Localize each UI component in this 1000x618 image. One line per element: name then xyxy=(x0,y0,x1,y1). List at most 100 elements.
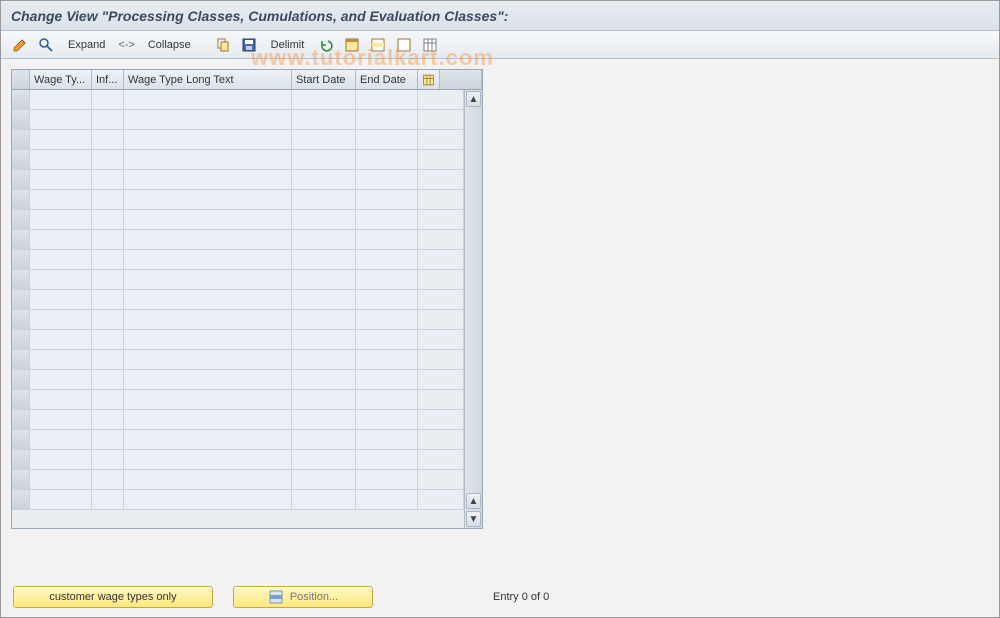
customer-wage-types-button[interactable]: customer wage types only xyxy=(13,586,213,608)
cell-inf[interactable] xyxy=(92,270,124,289)
cell-end-date[interactable] xyxy=(356,210,418,229)
collapse-button[interactable]: Collapse xyxy=(141,35,198,55)
cell-long-text[interactable] xyxy=(124,450,292,469)
cell-wage-type[interactable] xyxy=(30,470,92,489)
table-row[interactable] xyxy=(12,370,464,390)
cell-start-date[interactable] xyxy=(292,210,356,229)
delimit-button[interactable]: Delimit xyxy=(264,35,312,55)
row-selector[interactable] xyxy=(12,310,30,329)
cell-wage-type[interactable] xyxy=(30,250,92,269)
table-row[interactable] xyxy=(12,390,464,410)
cell-end-date[interactable] xyxy=(356,90,418,109)
cell-end-date[interactable] xyxy=(356,130,418,149)
cell-start-date[interactable] xyxy=(292,270,356,289)
cell-end-date[interactable] xyxy=(356,250,418,269)
cell-wage-type[interactable] xyxy=(30,490,92,509)
cell-inf[interactable] xyxy=(92,350,124,369)
cell-long-text[interactable] xyxy=(124,110,292,129)
cell-end-date[interactable] xyxy=(356,310,418,329)
cell-inf[interactable] xyxy=(92,130,124,149)
cell-end-date[interactable] xyxy=(356,150,418,169)
cell-long-text[interactable] xyxy=(124,90,292,109)
expand-button[interactable]: Expand xyxy=(61,35,112,55)
table-row[interactable] xyxy=(12,210,464,230)
cell-start-date[interactable] xyxy=(292,350,356,369)
cell-wage-type[interactable] xyxy=(30,430,92,449)
row-selector[interactable] xyxy=(12,350,30,369)
row-selector[interactable] xyxy=(12,150,30,169)
column-header-end-date[interactable]: End Date xyxy=(356,70,418,89)
cell-inf[interactable] xyxy=(92,150,124,169)
row-selector[interactable] xyxy=(12,490,30,509)
row-selector[interactable] xyxy=(12,90,30,109)
row-selector[interactable] xyxy=(12,190,30,209)
cell-wage-type[interactable] xyxy=(30,270,92,289)
cell-end-date[interactable] xyxy=(356,170,418,189)
table-row[interactable] xyxy=(12,490,464,510)
search-button[interactable] xyxy=(35,35,57,55)
table-row[interactable] xyxy=(12,290,464,310)
cell-wage-type[interactable] xyxy=(30,310,92,329)
table-row[interactable] xyxy=(12,250,464,270)
column-header-wage-type[interactable]: Wage Ty... xyxy=(30,70,92,89)
cell-long-text[interactable] xyxy=(124,270,292,289)
cell-start-date[interactable] xyxy=(292,430,356,449)
cell-wage-type[interactable] xyxy=(30,370,92,389)
cell-start-date[interactable] xyxy=(292,370,356,389)
deselect-all-button[interactable] xyxy=(393,35,415,55)
copy-button[interactable] xyxy=(212,35,234,55)
cell-end-date[interactable] xyxy=(356,350,418,369)
table-row[interactable] xyxy=(12,150,464,170)
table-row[interactable] xyxy=(12,430,464,450)
cell-inf[interactable] xyxy=(92,470,124,489)
cell-end-date[interactable] xyxy=(356,190,418,209)
cell-wage-type[interactable] xyxy=(30,410,92,429)
cell-inf[interactable] xyxy=(92,430,124,449)
cell-long-text[interactable] xyxy=(124,330,292,349)
table-row[interactable] xyxy=(12,230,464,250)
cell-long-text[interactable] xyxy=(124,430,292,449)
cell-start-date[interactable] xyxy=(292,90,356,109)
cell-wage-type[interactable] xyxy=(30,230,92,249)
table-settings-button[interactable] xyxy=(419,35,441,55)
cell-end-date[interactable] xyxy=(356,270,418,289)
cell-inf[interactable] xyxy=(92,230,124,249)
cell-inf[interactable] xyxy=(92,490,124,509)
select-block-button[interactable] xyxy=(367,35,389,55)
cell-end-date[interactable] xyxy=(356,410,418,429)
cell-long-text[interactable] xyxy=(124,170,292,189)
row-selector[interactable] xyxy=(12,210,30,229)
cell-wage-type[interactable] xyxy=(30,150,92,169)
configure-columns-button[interactable] xyxy=(418,70,440,89)
row-selector[interactable] xyxy=(12,410,30,429)
cell-end-date[interactable] xyxy=(356,470,418,489)
cell-start-date[interactable] xyxy=(292,410,356,429)
cell-wage-type[interactable] xyxy=(30,170,92,189)
cell-start-date[interactable] xyxy=(292,310,356,329)
cell-long-text[interactable] xyxy=(124,350,292,369)
cell-start-date[interactable] xyxy=(292,170,356,189)
table-row[interactable] xyxy=(12,190,464,210)
cell-long-text[interactable] xyxy=(124,230,292,249)
cell-wage-type[interactable] xyxy=(30,130,92,149)
cell-inf[interactable] xyxy=(92,450,124,469)
row-selector[interactable] xyxy=(12,110,30,129)
cell-end-date[interactable] xyxy=(356,430,418,449)
row-selector[interactable] xyxy=(12,170,30,189)
cell-end-date[interactable] xyxy=(356,330,418,349)
cell-inf[interactable] xyxy=(92,110,124,129)
cell-long-text[interactable] xyxy=(124,290,292,309)
cell-start-date[interactable] xyxy=(292,250,356,269)
column-header-selector[interactable] xyxy=(12,70,30,89)
column-header-long-text[interactable]: Wage Type Long Text xyxy=(124,70,292,89)
cell-start-date[interactable] xyxy=(292,150,356,169)
cell-long-text[interactable] xyxy=(124,250,292,269)
row-selector[interactable] xyxy=(12,330,30,349)
position-button[interactable]: Position... xyxy=(233,586,373,608)
row-selector[interactable] xyxy=(12,230,30,249)
row-selector[interactable] xyxy=(12,450,30,469)
cell-wage-type[interactable] xyxy=(30,390,92,409)
cell-inf[interactable] xyxy=(92,210,124,229)
cell-wage-type[interactable] xyxy=(30,190,92,209)
cell-long-text[interactable] xyxy=(124,470,292,489)
